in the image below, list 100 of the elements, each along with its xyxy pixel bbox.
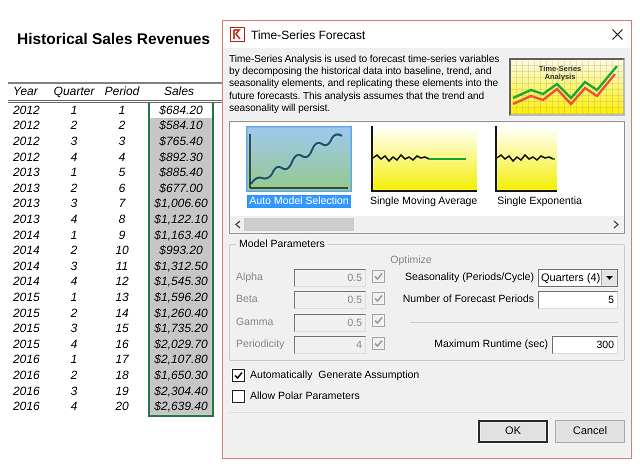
table-cell-text: 18: [114, 368, 130, 384]
table-cell-text: 2014: [12, 243, 41, 259]
table-cell: $1,545.30: [148, 274, 214, 290]
table-cell: $993.20: [148, 243, 214, 259]
table-cell-text: 17: [114, 352, 130, 368]
table-cell-text: 2016: [12, 352, 41, 368]
scroll-right-icon[interactable]: [612, 220, 620, 229]
table-cell: $765.40: [148, 134, 214, 150]
input-field[interactable]: 300: [552, 336, 618, 354]
table-cell-text: 2014: [12, 228, 41, 244]
table-cell-text: 6: [118, 180, 126, 196]
flat-forecast-thumbnail[interactable]: [370, 126, 477, 192]
checkbox-label: Allow Polar Parameters: [250, 388, 360, 404]
table-cell-text: 20: [114, 399, 130, 416]
table-cell-text: 2012: [12, 118, 41, 134]
table-cell: $1,735.20: [148, 321, 214, 337]
table-cell-text: 7: [118, 196, 127, 212]
column-header: Period: [104, 84, 140, 100]
table-cell-text: 3: [118, 134, 126, 150]
table-cell-text: 14: [114, 306, 130, 322]
field-label: Seasonality (Periods/Cycle): [405, 270, 534, 286]
input-field: 0.5: [294, 269, 366, 287]
dialog-button[interactable]: OK: [478, 420, 548, 442]
table-cell-text: 1: [118, 102, 126, 118]
table-cell-text: 2012: [12, 134, 41, 150]
table-cell: $1,122.10: [148, 212, 214, 228]
field-label: Maximum Runtime (sec): [434, 337, 548, 352]
table-cell-text: 1: [70, 290, 78, 306]
field-label: Beta: [236, 292, 259, 308]
table-cell-text: 2016: [12, 399, 41, 416]
field-label: Gamma: [236, 314, 274, 330]
field-label: Number of Forecast Periods: [402, 292, 534, 308]
column-header: Sales: [162, 84, 196, 100]
table-cell: $1,260.40: [148, 306, 214, 322]
table-cell-text: 2: [70, 306, 78, 322]
table-cell-text: 2015: [12, 321, 41, 337]
input-field: 0.5: [294, 291, 366, 309]
table-cell-text: 13: [114, 290, 130, 306]
table-cell-text: 2015: [12, 336, 41, 352]
table-cell-text: 10: [114, 243, 130, 259]
optimize-label: Optimize: [389, 254, 433, 267]
table-cell: $1,312.50: [148, 258, 214, 274]
table-cell-text: 2016: [12, 368, 41, 384]
table-cell-text: 2013: [12, 196, 41, 212]
table-cell: $2,029.70: [148, 336, 214, 352]
checkbox[interactable]: [232, 390, 245, 404]
dropdown-caret-icon: [606, 276, 613, 280]
input-field: 4: [294, 336, 366, 354]
table-cell-text: 4: [70, 150, 78, 166]
table-cell: $1,163.40: [148, 228, 214, 244]
description-text: Time-Series Analysis is used to forecast time-series variables by decomposing the historical data into baseline, trend, and seasonality elements, and replicating these elements into the future forecasts. This analysis assumes that the trend and seasonality will persist.: [229, 54, 500, 116]
field-label: Periodicity: [236, 337, 286, 352]
horizontal-scrollbar[interactable]: [230, 216, 624, 233]
table-cell-text: 5: [118, 165, 126, 181]
table-cell-text: 12: [114, 274, 130, 290]
table-cell: $677.00: [148, 180, 214, 196]
table-cell-text: 1: [70, 165, 78, 181]
table-cell-text: 2013: [12, 180, 41, 196]
table-cell-text: 2016: [12, 384, 41, 400]
column-header: Quarter: [52, 84, 96, 100]
table-cell-text: 3: [70, 321, 78, 337]
growth-chart-thumbnail[interactable]: [246, 126, 352, 192]
flat-forecast-thumbnail[interactable]: [495, 126, 558, 192]
sheet-title: Historical Sales Revenues: [17, 30, 211, 50]
window-title: Time-Series Forecast: [251, 26, 366, 44]
table-cell-text: 2015: [12, 306, 41, 322]
table-cell-text: 2013: [12, 165, 41, 181]
table-cell-text: 2: [70, 368, 78, 384]
field-label: Alpha: [236, 270, 264, 286]
model-option[interactable]: Single Moving Average: [368, 195, 480, 208]
table-cell: $892.30: [148, 150, 214, 166]
table-cell: $885.40: [148, 165, 214, 181]
table-cell-text: 9: [118, 228, 126, 244]
table-cell-text: 16: [114, 336, 130, 352]
close-icon[interactable]: [612, 29, 623, 40]
table-cell-text: 11: [114, 258, 130, 274]
table-cell-text: 2: [70, 180, 78, 196]
table-cell-text: 4: [118, 150, 126, 166]
table-cell-text: 3: [70, 196, 78, 212]
table-cell: $2,107.80: [148, 352, 214, 368]
table-cell-text: 2: [118, 118, 126, 134]
table-cell-text: 2012: [12, 150, 41, 166]
app-logo-icon: [230, 27, 245, 42]
table-cell-text: 2015: [12, 290, 41, 306]
input-field[interactable]: 5: [538, 291, 618, 309]
scroll-left-icon[interactable]: [234, 220, 242, 229]
table-cell-text: 4: [70, 336, 78, 352]
table-cell-text: 4: [70, 399, 78, 416]
table-cell-text: 15: [114, 321, 130, 337]
table-cell: $584.10: [148, 118, 214, 134]
seasonality-dropdown[interactable]: Quarters (4): [538, 269, 618, 287]
table-cell-text: 3: [70, 258, 78, 274]
table-cell-text: 19: [114, 384, 130, 400]
table-cell-text: 8: [118, 212, 126, 228]
input-field: 0.5: [294, 314, 366, 332]
dialog-button[interactable]: Cancel: [555, 420, 625, 442]
table-cell-text: 2012: [12, 102, 41, 118]
model-option[interactable]: Single Exponentia: [495, 195, 584, 208]
checkbox[interactable]: [232, 369, 245, 382]
table-cell-text: 3: [70, 134, 78, 150]
